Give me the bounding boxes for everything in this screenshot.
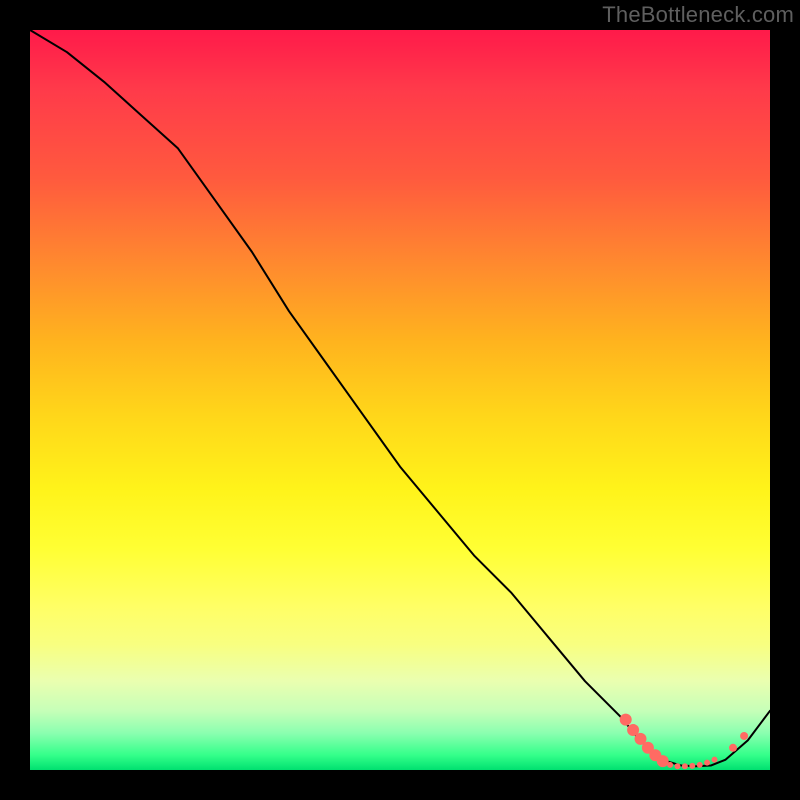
plot-area	[30, 30, 770, 770]
chart-frame: TheBottleneck.com	[0, 0, 800, 800]
marker-dot	[689, 763, 695, 769]
plot-svg	[30, 30, 770, 770]
marker-dot	[675, 763, 681, 769]
marker-dot	[697, 762, 703, 768]
marker-dot	[667, 762, 673, 768]
watermark-text: TheBottleneck.com	[602, 2, 794, 28]
curve-line	[30, 30, 770, 766]
marker-dot	[704, 760, 710, 766]
marker-dot	[712, 757, 718, 763]
marker-dot	[682, 763, 688, 769]
marker-dot	[620, 714, 632, 726]
marker-dot	[740, 732, 748, 740]
marker-dot	[657, 755, 669, 767]
marker-dot	[729, 744, 737, 752]
